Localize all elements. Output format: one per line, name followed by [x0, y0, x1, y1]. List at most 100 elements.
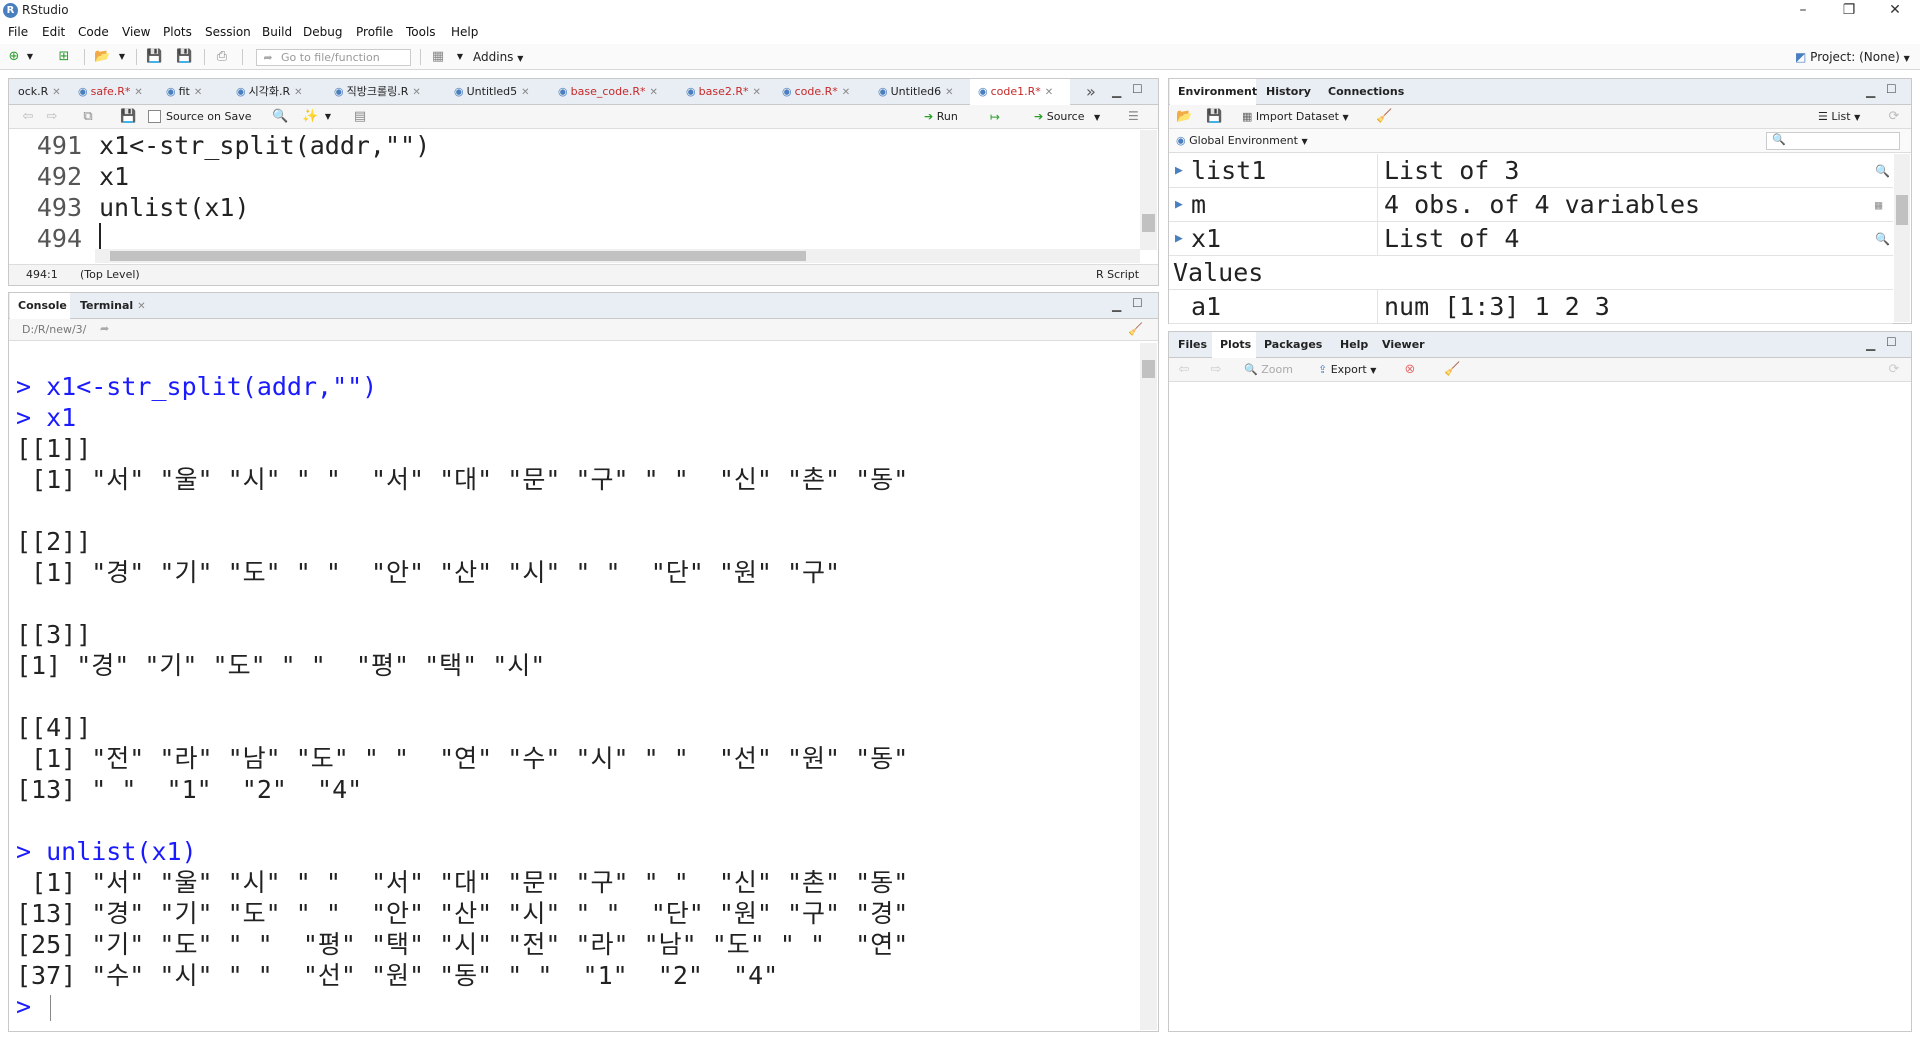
tab-console[interactable]: Console — [10, 293, 70, 319]
import-dataset-button[interactable]: ▦ Import Dataset ▼ — [1242, 110, 1349, 123]
close-icon[interactable]: ✕ — [521, 87, 529, 98]
source-button[interactable]: ➔ Source ▼ — [1034, 110, 1100, 123]
menu-plots[interactable]: Plots — [163, 25, 192, 39]
minimize-pane-icon[interactable]: ▁ — [1866, 84, 1875, 98]
editor-tab[interactable]: ◉ safe.R* ✕ — [70, 79, 156, 105]
editor-tab[interactable]: ◉ 직방크롤링.R ✕ — [326, 79, 444, 105]
minimize-pane-icon[interactable]: ▁ — [1112, 84, 1121, 98]
save-icon[interactable]: 💾 — [146, 49, 162, 65]
menu-code[interactable]: Code — [78, 25, 109, 39]
tab-plots[interactable]: Plots — [1212, 332, 1256, 358]
refresh-icon[interactable]: ⟳ — [1886, 109, 1902, 125]
zoom-button[interactable]: 🔍 Zoom — [1244, 363, 1293, 376]
editor-tab[interactable]: ◉ fit ✕ — [158, 79, 226, 105]
compile-report-icon[interactable]: ▤ — [352, 109, 368, 125]
env-vertical-scrollbar[interactable] — [1894, 154, 1910, 322]
close-icon[interactable]: ✕ — [294, 87, 302, 98]
tab-help[interactable]: Help — [1332, 332, 1374, 358]
layout-dropdown-icon[interactable]: ▼ — [452, 49, 468, 65]
project-menu[interactable]: ◩ Project: (None) ▼ — [1795, 50, 1910, 64]
menu-tools[interactable]: Tools — [406, 25, 436, 39]
scope-selector[interactable]: (Top Level) — [80, 268, 140, 281]
source-on-save-checkbox[interactable] — [148, 110, 161, 123]
code-tools-wand-icon[interactable]: ✨ — [302, 109, 318, 125]
new-project-icon[interactable]: ⊞ — [56, 49, 72, 65]
refresh-icon[interactable]: ⟳ — [1886, 362, 1902, 378]
editor-hscroll-thumb[interactable] — [110, 251, 806, 261]
console-vertical-scrollbar[interactable] — [1140, 343, 1157, 1030]
export-button[interactable]: ⇪ Export ▼ — [1318, 363, 1376, 376]
grid-layout-icon[interactable]: ▦ — [430, 49, 446, 65]
tab-history[interactable]: History — [1258, 79, 1320, 105]
menu-build[interactable]: Build — [262, 25, 292, 39]
more-tabs-icon[interactable]: » — [1086, 82, 1096, 101]
editor-tab[interactable]: ◉ base_code.R* ✕ — [550, 79, 676, 105]
close-icon[interactable]: ✕ — [412, 87, 420, 98]
file-type-selector[interactable]: R Script — [1096, 268, 1139, 281]
run-button[interactable]: ➔ Run — [924, 110, 958, 123]
close-icon[interactable]: ✕ — [134, 87, 142, 98]
clear-plots-broom-icon[interactable]: 🧹 — [1444, 362, 1460, 378]
addins-menu[interactable]: Addins ▼ — [473, 50, 523, 64]
close-window-button[interactable]: ✕ — [1872, 0, 1918, 22]
env-row[interactable]: a1 num [1:3] 1 2 3 — [1169, 290, 1893, 324]
open-dropdown-icon[interactable]: ▼ — [114, 49, 130, 65]
editor-tab[interactable]: ◉ code1.R* ✕ — [970, 79, 1070, 105]
load-workspace-icon[interactable]: 📂 — [1176, 109, 1192, 125]
editor-tab[interactable]: ◉ base2.R* ✕ — [678, 79, 772, 105]
minimize-pane-icon[interactable]: ▁ — [1112, 298, 1121, 312]
editor-tab[interactable]: ◉ 시각화.R ✕ — [228, 79, 324, 105]
goto-dir-icon[interactable]: ➦ — [100, 322, 109, 335]
close-icon[interactable]: ✕ — [945, 87, 953, 98]
view-mode-list-button[interactable]: ☰ List ▼ — [1818, 110, 1860, 123]
maximize-pane-icon[interactable]: ☐ — [1132, 296, 1143, 310]
clear-console-broom-icon[interactable]: 🧹 — [1128, 322, 1143, 336]
env-row[interactable]: ▶ m 4 obs. of 4 variables ▦ — [1169, 188, 1893, 222]
minimize-pane-icon[interactable]: ▁ — [1866, 337, 1875, 351]
close-icon[interactable]: ✕ — [194, 87, 202, 98]
open-file-icon[interactable]: 📂 — [94, 49, 110, 65]
tab-environment[interactable]: Environment — [1170, 79, 1257, 105]
maximize-pane-icon[interactable]: ☐ — [1132, 82, 1143, 96]
save-file-icon[interactable]: 💾 — [120, 109, 136, 125]
editor-tab[interactable]: ◉ Untitled6 ✕ — [870, 79, 968, 105]
editor-scroll-thumb[interactable] — [1142, 214, 1155, 232]
rerun-icon[interactable]: ↦ — [990, 110, 1000, 124]
env-row[interactable]: ▶ x1 List of 4 🔍 — [1169, 222, 1893, 256]
menu-edit[interactable]: Edit — [42, 25, 65, 39]
tab-files[interactable]: Files — [1170, 332, 1212, 358]
maximize-pane-icon[interactable]: ☐ — [1886, 335, 1897, 349]
restore-button[interactable]: ❐ — [1826, 0, 1872, 22]
inspect-icon[interactable]: 🔍 — [1875, 222, 1890, 256]
wand-dropdown-icon[interactable]: ▼ — [320, 109, 336, 125]
env-row[interactable]: ▶ list1 List of 3 🔍 — [1169, 154, 1893, 188]
editor-vertical-scrollbar[interactable] — [1140, 130, 1157, 250]
minimize-button[interactable]: – — [1780, 0, 1826, 22]
previous-plot-icon[interactable]: ⇦ — [1176, 362, 1192, 378]
back-icon[interactable]: ⇦ — [20, 109, 36, 125]
expand-icon[interactable]: ▶ — [1175, 154, 1183, 188]
save-all-icon[interactable]: 💾 — [176, 49, 192, 65]
env-search-input[interactable] — [1766, 132, 1900, 150]
menu-session[interactable]: Session — [205, 25, 251, 39]
tab-viewer[interactable]: Viewer — [1374, 332, 1430, 358]
clear-env-broom-icon[interactable]: 🧹 — [1376, 109, 1392, 125]
new-file-icon[interactable]: ⊕ — [6, 49, 22, 65]
env-scroll-thumb[interactable] — [1896, 195, 1908, 225]
editor-tab[interactable]: ◉ Untitled5 ✕ — [446, 79, 548, 105]
inspect-icon[interactable]: 🔍 — [1875, 154, 1890, 188]
tab-connections[interactable]: Connections — [1320, 79, 1404, 105]
new-file-dropdown-icon[interactable]: ▼ — [22, 49, 38, 65]
env-scope-selector[interactable]: ◉ Global Environment ▼ — [1176, 134, 1308, 147]
search-icon[interactable]: 🔍 — [272, 109, 288, 125]
remove-plot-icon[interactable]: ⊗ — [1402, 362, 1418, 378]
outline-icon[interactable]: ☰ — [1128, 109, 1139, 123]
expand-icon[interactable]: ▶ — [1175, 188, 1183, 222]
forward-icon[interactable]: ⇨ — [44, 109, 60, 125]
close-icon[interactable]: ✕ — [137, 301, 145, 312]
print-icon[interactable]: ⎙ — [214, 49, 230, 65]
close-icon[interactable]: ✕ — [752, 87, 760, 98]
goto-file-input[interactable]: Go to file/function — [256, 49, 411, 66]
tab-packages[interactable]: Packages — [1256, 332, 1332, 358]
console-output[interactable]: > x1<-str_split(addr,"") > x1 [[1]] [1] "서… — [16, 340, 1116, 1030]
